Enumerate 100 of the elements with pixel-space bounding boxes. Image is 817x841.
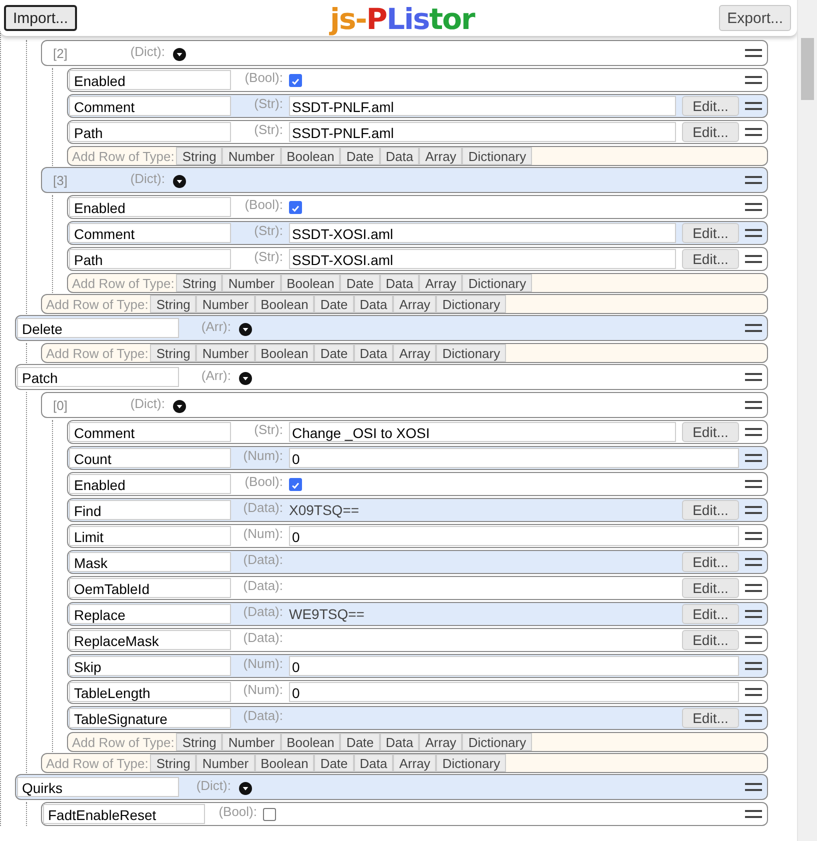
key-field[interactable]: Delete [17,318,179,338]
add-type-button[interactable]: Boolean [254,754,314,772]
add-type-button[interactable]: Number [222,733,281,751]
add-type-button[interactable]: Boolean [280,274,340,292]
handle-icon[interactable] [745,608,762,620]
add-type-button[interactable]: String [176,274,222,292]
value-field[interactable]: SSDT-XOSI.aml [289,249,676,269]
handle-icon[interactable] [745,322,762,334]
handle-icon[interactable] [745,634,762,646]
add-type-button[interactable]: Dictionary [462,147,532,165]
handle-icon[interactable] [745,174,762,186]
add-type-button[interactable]: Boolean [254,344,314,362]
import-button[interactable]: Import... [4,5,78,31]
add-type-button[interactable]: Array [393,754,436,772]
handle-icon[interactable] [745,530,762,542]
add-type-button[interactable]: Data [354,295,394,313]
handle-icon[interactable] [745,426,762,438]
handle-icon[interactable] [745,254,762,264]
handle-icon[interactable] [745,582,762,594]
key-field[interactable]: Path [69,122,231,142]
add-type-button[interactable]: Date [314,295,354,313]
add-type-button[interactable]: Boolean [254,295,314,313]
handle-icon[interactable] [745,372,762,382]
add-type-button[interactable]: Array [419,147,462,165]
handle-icon[interactable] [745,686,762,698]
checkbox[interactable] [263,808,276,820]
key-field[interactable]: Quirks [17,777,179,797]
add-type-button[interactable]: String [176,147,222,165]
key-field[interactable]: Enabled [69,70,231,90]
checkbox[interactable] [289,74,302,86]
key-field[interactable]: Count [69,448,231,468]
add-type-button[interactable]: Boolean [280,733,340,751]
edit-button[interactable]: Edit... [682,708,739,728]
handle-icon[interactable] [745,48,762,58]
edit-button[interactable]: Edit... [682,422,739,442]
add-type-button[interactable]: Array [419,733,462,751]
scrollbar-thumb[interactable] [801,38,814,100]
add-type-button[interactable]: Dictionary [436,295,506,313]
add-type-button[interactable]: Number [222,147,281,165]
add-type-button[interactable]: Number [196,754,255,772]
key-field[interactable]: Comment [69,422,231,442]
key-field[interactable]: Replace [69,604,231,624]
edit-button[interactable]: Edit... [682,552,739,572]
add-type-button[interactable]: Date [340,274,380,292]
handle-icon[interactable] [745,504,762,516]
add-type-button[interactable]: Data [354,344,394,362]
handle-icon[interactable] [745,782,762,792]
add-type-button[interactable]: Number [196,295,255,313]
key-field[interactable]: Enabled [69,197,231,217]
add-type-button[interactable]: Date [314,344,354,362]
caret-circle-icon[interactable] [239,322,252,336]
edit-button[interactable]: Edit... [682,578,739,598]
handle-icon[interactable] [745,556,762,568]
add-type-button[interactable]: Number [196,344,255,362]
export-button[interactable]: Export... [719,5,791,31]
edit-button[interactable]: Edit... [682,223,739,243]
add-type-button[interactable]: Boolean [280,147,340,165]
add-type-button[interactable]: String [150,295,196,313]
add-type-button[interactable]: Number [222,274,281,292]
caret-circle-icon[interactable] [173,48,186,60]
key-field[interactable]: ReplaceMask [69,630,231,650]
checkbox[interactable] [289,200,302,214]
handle-icon[interactable] [745,228,762,238]
key-field[interactable]: FadtEnableReset [43,804,205,824]
handle-icon[interactable] [745,74,762,86]
value-field[interactable]: SSDT-XOSI.aml [289,223,676,243]
value-field[interactable]: SSDT-PNLF.aml [289,122,676,142]
add-type-button[interactable]: String [176,733,222,751]
checkbox[interactable] [289,478,302,490]
value-field[interactable]: 0 [289,656,739,676]
value-field[interactable]: 0 [289,526,739,546]
add-type-button[interactable]: Data [380,274,420,292]
add-type-button[interactable]: Array [419,274,462,292]
key-field[interactable]: Comment [69,223,231,243]
add-type-button[interactable]: Data [380,147,420,165]
key-field[interactable]: TableSignature [69,708,231,728]
add-type-button[interactable]: Dictionary [436,754,506,772]
edit-button[interactable]: Edit... [682,630,739,650]
edit-button[interactable]: Edit... [682,96,739,116]
key-field[interactable]: Patch [17,367,179,387]
key-field[interactable]: Skip [69,656,231,676]
add-type-button[interactable]: Array [393,344,436,362]
key-field[interactable]: OemTableId [69,578,231,598]
add-type-button[interactable]: Dictionary [462,274,532,292]
handle-icon[interactable] [745,712,762,724]
key-field[interactable]: Mask [69,552,231,572]
value-field[interactable]: 0 [289,682,739,702]
handle-icon[interactable] [745,660,762,672]
key-field[interactable]: Find [69,500,231,520]
add-type-button[interactable]: Array [393,295,436,313]
caret-circle-icon[interactable] [239,372,252,384]
value-field[interactable]: WE9TSQ== [289,605,676,623]
key-field[interactable]: TableLength [69,682,231,702]
value-field[interactable]: SSDT-PNLF.aml [289,96,676,116]
handle-icon[interactable] [745,100,762,112]
add-type-button[interactable]: Date [340,733,380,751]
handle-icon[interactable] [745,478,762,490]
value-field[interactable]: X09TSQ== [289,501,676,519]
key-field[interactable]: Comment [69,96,231,116]
caret-circle-icon[interactable] [173,174,186,188]
